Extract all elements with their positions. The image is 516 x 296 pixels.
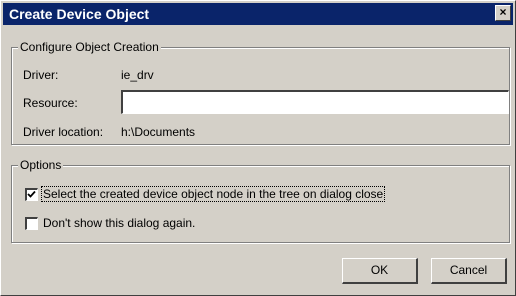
- dont-show-again-checkbox[interactable]: [25, 217, 38, 230]
- close-button[interactable]: ×: [495, 5, 511, 21]
- options-group-legend: Options: [18, 158, 64, 172]
- dialog-title: Create Device Object: [9, 6, 150, 22]
- driver-location-value: h:\Documents: [121, 125, 196, 139]
- configure-group-legend: Configure Object Creation: [18, 40, 161, 54]
- driver-label: Driver:: [23, 68, 59, 82]
- checkmark-icon: [27, 190, 36, 198]
- dont-show-again-label[interactable]: Don't show this dialog again.: [43, 216, 195, 230]
- select-node-checkbox[interactable]: [25, 188, 38, 201]
- title-bar[interactable]: Create Device Object ×: [3, 3, 513, 25]
- cancel-button[interactable]: Cancel: [431, 258, 507, 284]
- driver-value: ie_drv: [121, 68, 154, 82]
- close-icon: ×: [499, 5, 507, 19]
- create-device-object-dialog: Create Device Object × Configure Object …: [0, 0, 516, 296]
- select-node-label[interactable]: Select the created device object node in…: [41, 186, 386, 202]
- ok-button[interactable]: OK: [342, 258, 418, 284]
- driver-location-label: Driver location:: [23, 125, 104, 139]
- resource-input[interactable]: [121, 90, 509, 114]
- cancel-button-label: Cancel: [449, 263, 488, 277]
- resource-label: Resource:: [23, 96, 78, 110]
- options-group: Options: [11, 158, 510, 243]
- ok-button-label: OK: [370, 263, 389, 277]
